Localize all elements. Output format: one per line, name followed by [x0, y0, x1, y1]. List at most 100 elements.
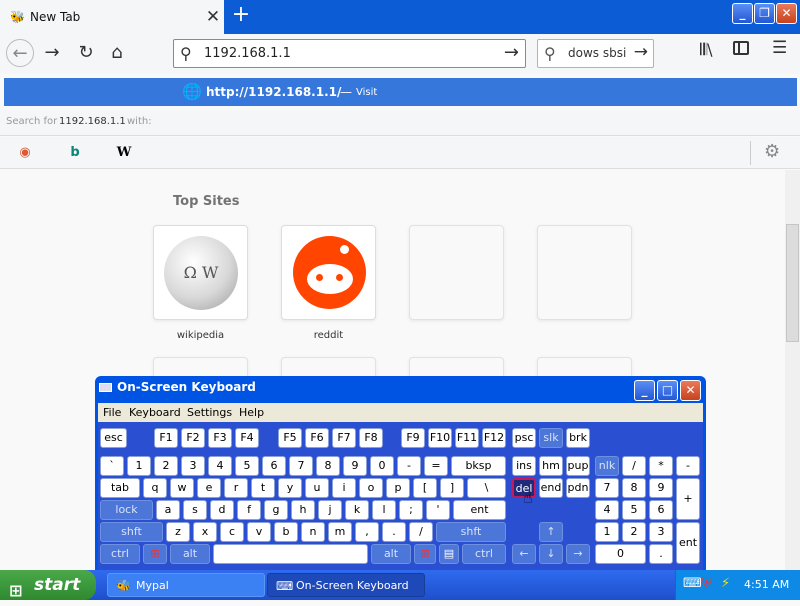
key-5[interactable]: 5 [235, 456, 259, 476]
gear-icon[interactable]: ⚙ [764, 141, 780, 162]
key-k[interactable]: k [345, 500, 369, 520]
url-suggestion-row[interactable]: 🌐 http://1192.168.1.1/ — Visit [4, 78, 797, 106]
key-n[interactable]: n [301, 522, 325, 542]
key-t[interactable]: t [251, 478, 275, 498]
key-0[interactable]: 0 [370, 456, 394, 476]
key-f12[interactable]: F12 [482, 428, 506, 448]
duckduckgo-icon[interactable]: ◉ [14, 142, 36, 164]
key-e[interactable]: e [197, 478, 221, 498]
key-kp-plus[interactable]: + [676, 478, 700, 520]
key-kp-8[interactable]: 8 [622, 478, 646, 498]
search-bar[interactable]: ⚲ dows sbsi → [537, 39, 654, 68]
key-kp-3[interactable]: 3 [649, 522, 673, 542]
url-bar[interactable]: ⚲ 1192.168.1.1 → [173, 39, 526, 68]
key-i[interactable]: i [332, 478, 356, 498]
key-nlk[interactable]: nlk [595, 456, 619, 476]
wikipedia-icon[interactable]: W [113, 142, 135, 164]
key-kp-minus[interactable]: - [676, 456, 700, 476]
key-slk[interactable]: slk [539, 428, 563, 448]
osk-maximize-button[interactable]: □ [657, 380, 678, 401]
key-alt-right[interactable]: alt [371, 544, 411, 564]
key-shift-left[interactable]: shft [100, 522, 163, 542]
key-pdn[interactable]: pdn [566, 478, 590, 498]
key-ctrl-left[interactable]: ctrl [100, 544, 140, 564]
back-button[interactable]: ← [6, 39, 34, 67]
key-f10[interactable]: F10 [428, 428, 452, 448]
forward-button[interactable]: → [38, 39, 66, 67]
key-g[interactable]: g [264, 500, 288, 520]
key-arrow-down[interactable]: ↓ [539, 544, 563, 564]
menu-keyboard[interactable]: Keyboard [129, 406, 181, 419]
top-site-wikipedia[interactable]: Ω W [153, 225, 248, 320]
key-ins[interactable]: ins [512, 456, 536, 476]
reload-button[interactable]: ↻ [72, 39, 100, 67]
taskbar-item-mypal[interactable]: 🐝 Mypal [107, 573, 265, 597]
key-f5[interactable]: F5 [278, 428, 302, 448]
key-f2[interactable]: F2 [181, 428, 205, 448]
key-l[interactable]: l [372, 500, 396, 520]
key-f1[interactable]: F1 [154, 428, 178, 448]
key-v[interactable]: v [247, 522, 271, 542]
key-u[interactable]: u [305, 478, 329, 498]
top-site-reddit[interactable] [281, 225, 376, 320]
library-icon[interactable]: 𝄃𝄃\ [700, 40, 713, 60]
key-kp-slash[interactable]: / [622, 456, 646, 476]
key-equals[interactable]: = [424, 456, 448, 476]
key-x[interactable]: x [193, 522, 217, 542]
search-go-arrow-icon[interactable]: → [634, 42, 648, 62]
key-j[interactable]: j [318, 500, 342, 520]
key-d[interactable]: d [210, 500, 234, 520]
key-windows-right[interactable]: ⊞ [414, 544, 436, 564]
key-6[interactable]: 6 [262, 456, 286, 476]
key-4[interactable]: 4 [208, 456, 232, 476]
key-shift-right[interactable]: shft [436, 522, 506, 542]
key-kp-star[interactable]: * [649, 456, 673, 476]
url-input[interactable]: 1192.168.1.1 [204, 46, 291, 61]
taskbar-item-osk[interactable]: ⌨ On-Screen Keyboard [267, 573, 425, 597]
key-backspace[interactable]: bksp [451, 456, 506, 476]
key-kp-9[interactable]: 9 [649, 478, 673, 498]
key-r[interactable]: r [224, 478, 248, 498]
key-9[interactable]: 9 [343, 456, 367, 476]
key-s[interactable]: s [183, 500, 207, 520]
key-quote[interactable]: ' [426, 500, 450, 520]
key-z[interactable]: z [166, 522, 190, 542]
key-psc[interactable]: psc [512, 428, 536, 448]
hamburger-menu-icon[interactable]: ☰ [772, 38, 787, 58]
osk-close-button[interactable]: ✕ [680, 380, 701, 401]
key-pup[interactable]: pup [566, 456, 590, 476]
key-kp-enter[interactable]: ent [676, 522, 700, 564]
key-space[interactable] [213, 544, 368, 564]
key-esc[interactable]: esc [100, 428, 127, 448]
key-f11[interactable]: F11 [455, 428, 479, 448]
tray-osk-icon[interactable]: ⌨ [683, 576, 702, 591]
key-p[interactable]: p [386, 478, 410, 498]
key-m[interactable]: m [328, 522, 352, 542]
key-minus[interactable]: - [397, 456, 421, 476]
key-end[interactable]: end [539, 478, 563, 498]
key-kp-2[interactable]: 2 [622, 522, 646, 542]
bing-icon[interactable]: b [64, 142, 86, 164]
key-f7[interactable]: F7 [332, 428, 356, 448]
menu-help[interactable]: Help [239, 406, 264, 419]
home-button[interactable]: ⌂ [103, 39, 131, 67]
key-arrow-left[interactable]: ← [512, 544, 536, 564]
key-kp-6[interactable]: 6 [649, 500, 673, 520]
go-arrow-icon[interactable]: → [504, 42, 519, 63]
key-kp-7[interactable]: 7 [595, 478, 619, 498]
key-slash[interactable]: / [409, 522, 433, 542]
key-8[interactable]: 8 [316, 456, 340, 476]
key-period[interactable]: . [382, 522, 406, 542]
key-w[interactable]: w [170, 478, 194, 498]
key-backtick[interactable]: ` [100, 456, 124, 476]
network-icon[interactable]: ⚡ [721, 576, 730, 591]
key-ctrl-right[interactable]: ctrl [462, 544, 506, 564]
key-f[interactable]: f [237, 500, 261, 520]
key-backslash[interactable]: \ [467, 478, 506, 498]
key-f9[interactable]: F9 [401, 428, 425, 448]
key-f8[interactable]: F8 [359, 428, 383, 448]
key-left-bracket[interactable]: [ [413, 478, 437, 498]
key-h[interactable]: h [291, 500, 315, 520]
key-alt-left[interactable]: alt [170, 544, 210, 564]
key-b[interactable]: b [274, 522, 298, 542]
